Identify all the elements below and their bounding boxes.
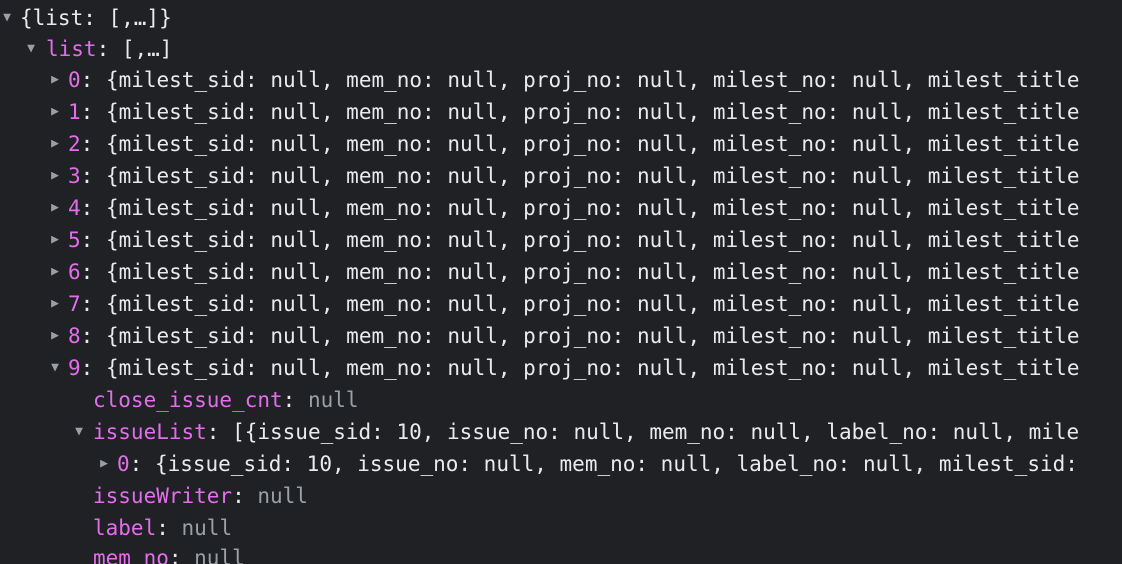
triangle-down-icon[interactable]: ▼ (48, 352, 62, 384)
item-summary: {milest_sid: null, mem_no: null, proj_no… (105, 196, 1080, 220)
item-index: 9 (68, 356, 81, 380)
key-separator: : (80, 132, 106, 156)
item-summary: {milest_sid: null, mem_no: null, proj_no… (105, 324, 1080, 348)
item-summary: {milest_sid: null, mem_no: null, proj_no… (105, 228, 1080, 252)
triangle-right-icon[interactable]: ▶ (48, 192, 62, 224)
key-separator: : (80, 260, 106, 284)
key-separator: : (80, 228, 106, 252)
list-summary: [,…] (121, 37, 173, 61)
triangle-right-icon[interactable]: ▶ (48, 288, 62, 320)
property-summary: [{issue_sid: 10, issue_no: null, mem_no:… (232, 420, 1080, 444)
property-key: issueWriter (93, 484, 233, 508)
item-index: 7 (68, 292, 81, 316)
devtools-object-tree: ▼ {list: [,…]} ▼ list: [,…] ▶ 0: {milest… (0, 0, 1122, 564)
list-key: list (46, 37, 97, 61)
item-index: 3 (68, 164, 81, 188)
item-index: 6 (68, 260, 81, 284)
property-key: close_issue_cnt (93, 388, 283, 412)
item-index: 2 (68, 132, 81, 156)
key-separator: : (282, 388, 308, 412)
key-separator: : (80, 356, 106, 380)
item-summary: {milest_sid: null, mem_no: null, proj_no… (105, 260, 1080, 284)
property-value: null (307, 388, 359, 412)
triangle-down-icon[interactable]: ▼ (0, 2, 14, 34)
item-index: 0 (117, 452, 130, 476)
key-separator: : (206, 420, 233, 444)
property-key: label (93, 516, 157, 540)
item-summary: {milest_sid: null, mem_no: null, proj_no… (105, 164, 1080, 188)
triangle-right-icon[interactable]: ▶ (97, 448, 111, 480)
key-separator: : (96, 37, 122, 61)
property-key: mem_no (93, 546, 169, 564)
key-separator: : (80, 164, 106, 188)
key-separator: : (80, 100, 106, 124)
triangle-right-icon[interactable]: ▶ (48, 128, 62, 160)
root-summary: {list: [,…]} (20, 6, 172, 30)
item-index: 4 (68, 196, 81, 220)
item-summary: {milest_sid: null, mem_no: null, proj_no… (105, 68, 1080, 92)
triangle-right-icon[interactable]: ▶ (48, 224, 62, 256)
item-summary: {milest_sid: null, mem_no: null, proj_no… (105, 100, 1080, 124)
item-index: 5 (68, 228, 81, 252)
triangle-down-icon[interactable]: ▼ (24, 33, 38, 65)
property-value: null (257, 484, 308, 508)
key-separator: : (168, 546, 195, 564)
item-summary: {milest_sid: null, mem_no: null, proj_no… (105, 132, 1080, 156)
key-separator: : (129, 452, 155, 476)
triangle-right-icon[interactable]: ▶ (48, 256, 62, 288)
property-value: null (181, 516, 233, 540)
item-summary: {milest_sid: null, mem_no: null, proj_no… (105, 292, 1080, 316)
item-index: 1 (68, 100, 81, 124)
item-index: 0 (68, 68, 81, 92)
triangle-right-icon[interactable]: ▶ (48, 160, 62, 192)
key-separator: : (232, 484, 258, 508)
property-key: issueList (93, 420, 207, 444)
item-summary: {milest_sid: null, mem_no: null, proj_no… (105, 356, 1080, 380)
key-separator: : (80, 324, 106, 348)
key-separator: : (80, 292, 106, 316)
item-summary: {issue_sid: 10, issue_no: null, mem_no: … (154, 452, 1078, 476)
item-index: 8 (68, 324, 81, 348)
key-separator: : (80, 68, 106, 92)
property-value: null (194, 546, 245, 564)
triangle-right-icon[interactable]: ▶ (48, 96, 62, 128)
key-separator: : (156, 516, 182, 540)
key-separator: : (80, 196, 106, 220)
triangle-right-icon[interactable]: ▶ (48, 64, 62, 96)
triangle-right-icon[interactable]: ▶ (48, 320, 62, 352)
triangle-down-icon[interactable]: ▼ (72, 416, 86, 448)
